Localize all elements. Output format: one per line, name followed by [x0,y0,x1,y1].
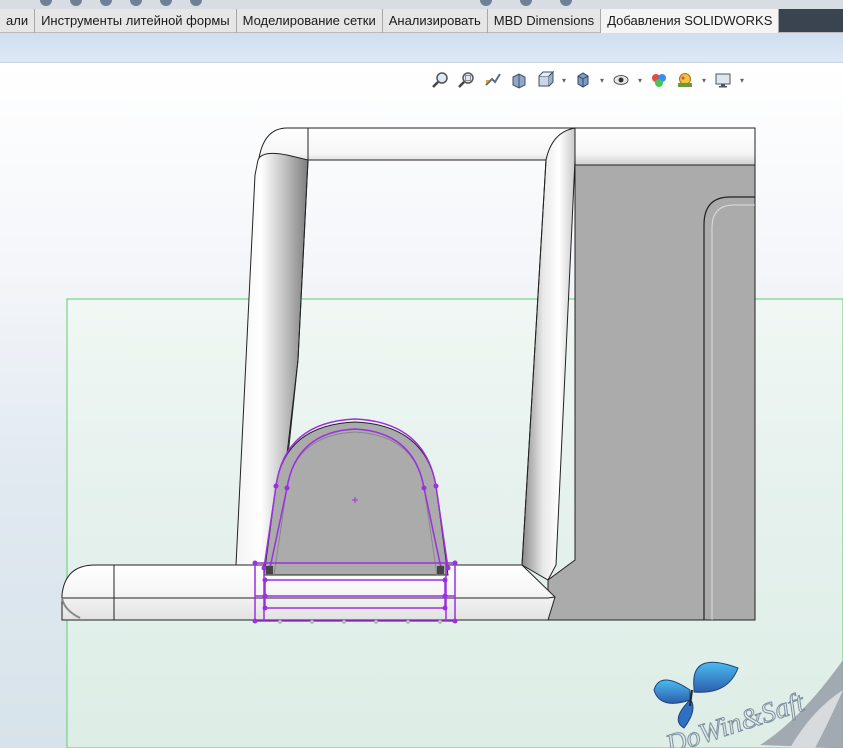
tab-partial[interactable]: али [0,9,36,33]
command-manager-tabs: али Инструменты литейной формы Моделиров… [0,9,843,33]
model-view: DoWin&Saft [61,127,843,748]
right-body-face[interactable] [547,159,756,621]
tab-mold-tools[interactable]: Инструменты литейной формы [35,9,237,33]
top-icon-strip [0,0,843,9]
top-rail[interactable] [257,127,756,167]
feature-manager-header [0,33,843,63]
tab-mbd-dimensions[interactable]: MBD Dimensions [488,9,602,33]
tab-mesh-modeling[interactable]: Моделирование сетки [237,9,383,33]
tab-analyze[interactable]: Анализировать [383,9,488,33]
tabbar-filler [779,9,843,32]
tab-solidworks-addins[interactable]: Добавления SOLIDWORKS [601,9,780,33]
